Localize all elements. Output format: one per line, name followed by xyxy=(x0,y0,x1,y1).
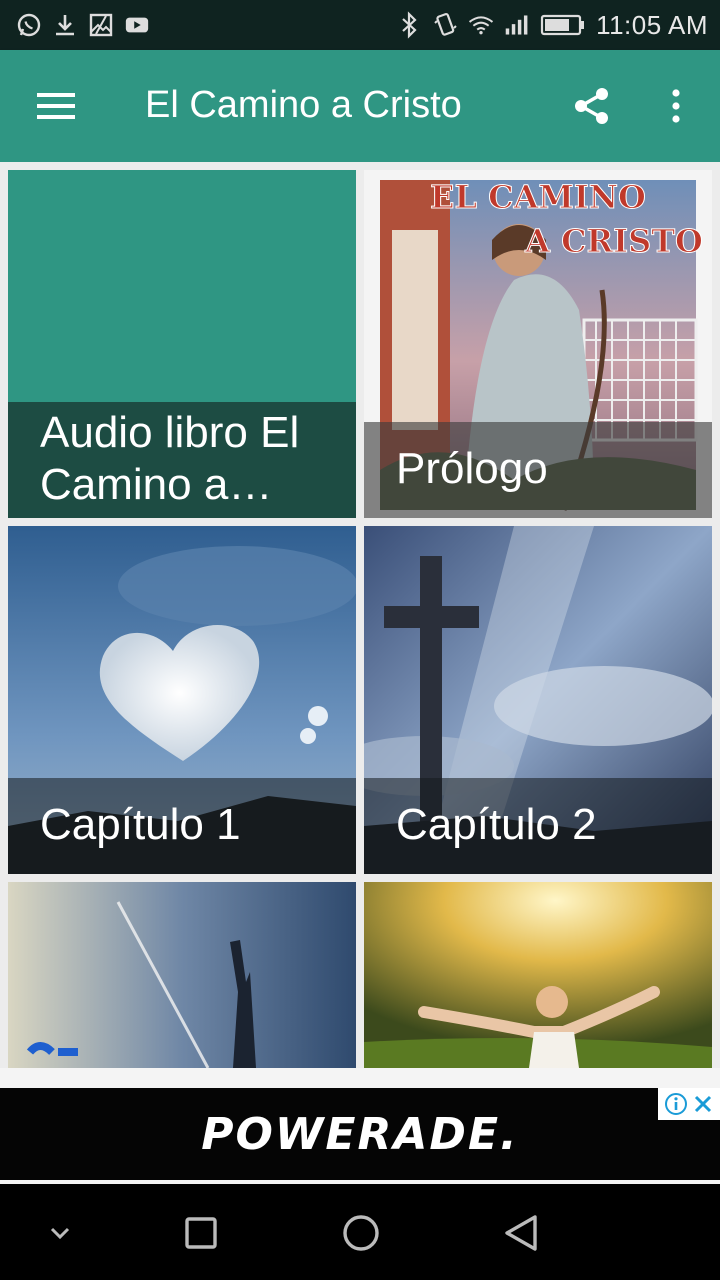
navigation-bar xyxy=(0,1184,720,1280)
tile-capitulo-3[interactable] xyxy=(8,882,356,1068)
app-bar: El Camino a Cristo xyxy=(0,50,720,162)
ad-brand-logo: POWERADE. xyxy=(201,1108,519,1160)
app-title: El Camino a Cristo xyxy=(145,84,462,126)
cover-title-line1: EL CAMINO xyxy=(430,178,646,216)
vibrate-icon xyxy=(432,12,458,38)
tile-caption: Prólogo xyxy=(364,422,712,518)
tile-capitulo-4[interactable] xyxy=(364,882,712,1068)
tile-caption: Capítulo 1 xyxy=(8,778,356,874)
wifi-icon xyxy=(468,12,494,38)
circle-icon xyxy=(343,1215,379,1251)
chapter-grid: Audio libro El Camino a Cristo xyxy=(0,162,720,1068)
tile-audio-book[interactable]: Audio libro El Camino a Cristo xyxy=(8,170,356,518)
close-icon xyxy=(694,1095,712,1113)
cover-title-line2: A CRISTO xyxy=(524,222,703,260)
ad-choices[interactable] xyxy=(658,1088,720,1120)
share-icon xyxy=(575,88,608,124)
whatsapp-icon xyxy=(16,12,42,38)
tile-capitulo-2[interactable]: Capítulo 2 xyxy=(364,526,712,874)
youtube-icon xyxy=(124,12,150,38)
tile-caption: Audio libro El Camino a Cristo xyxy=(8,402,356,518)
woman-sunlight-image xyxy=(364,882,712,1068)
status-bar: 11:05 AM xyxy=(0,0,720,50)
back-button[interactable] xyxy=(491,1208,551,1258)
more-vertical-icon xyxy=(672,89,680,123)
ad-content[interactable]: POWERADE. xyxy=(0,1088,720,1180)
image-icon xyxy=(88,12,114,38)
ad-banner[interactable]: POWERADE. xyxy=(0,1068,720,1184)
recents-button[interactable] xyxy=(171,1208,231,1258)
raised-hand-image xyxy=(8,882,356,1068)
signal-icon xyxy=(504,12,530,38)
square-icon xyxy=(185,1217,217,1249)
bluetooth-icon xyxy=(396,11,422,39)
overflow-menu-button[interactable] xyxy=(650,80,702,132)
hamburger-icon xyxy=(37,93,75,119)
home-button[interactable] xyxy=(331,1208,391,1258)
battery-icon xyxy=(540,12,586,38)
back-triangle-icon xyxy=(505,1215,537,1251)
info-icon xyxy=(665,1093,687,1115)
tile-capitulo-1[interactable]: Capítulo 1 xyxy=(8,526,356,874)
chevron-down-icon xyxy=(50,1227,70,1240)
tile-caption: Capítulo 2 xyxy=(364,778,712,874)
status-time: 11:05 AM xyxy=(596,9,708,40)
menu-button[interactable] xyxy=(26,80,86,132)
download-icon xyxy=(52,12,78,38)
hide-nav-button[interactable] xyxy=(30,1208,90,1258)
tile-prologo[interactable]: EL CAMINO A CRISTO Prólogo xyxy=(364,170,712,518)
share-button[interactable] xyxy=(566,80,618,132)
